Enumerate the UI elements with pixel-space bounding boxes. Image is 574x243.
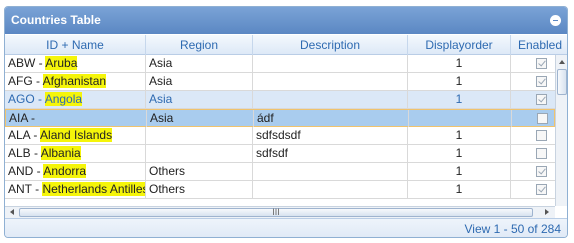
cell-region[interactable]: Asia	[146, 55, 253, 72]
cell-displayorder[interactable]: 1	[408, 163, 511, 180]
enabled-checkbox[interactable]	[536, 184, 547, 195]
table-row[interactable]: AFG - Afghanistan Asia 1	[5, 73, 555, 91]
column-header-description[interactable]: Description	[253, 35, 408, 55]
cell-region[interactable]	[146, 145, 253, 162]
country-id: ANT -	[8, 182, 43, 196]
country-name: Netherlands Antilles	[42, 182, 145, 196]
enabled-checkbox[interactable]	[536, 148, 547, 159]
column-header-region[interactable]: Region	[146, 35, 253, 55]
cell-id-name[interactable]: AIA -	[6, 110, 147, 127]
cell-description[interactable]	[253, 73, 408, 90]
cell-displayorder[interactable]: 1	[408, 127, 511, 144]
cell-id-name[interactable]: ABW - Aruba	[5, 55, 146, 72]
scroll-grip-icon: III	[272, 207, 280, 217]
cell-enabled	[511, 163, 555, 180]
enabled-checkbox[interactable]	[536, 58, 547, 69]
cell-id-name[interactable]: ALA - Aland Islands	[5, 127, 146, 144]
cell-displayorder[interactable]: 1	[408, 91, 511, 108]
cell-id-name[interactable]: ALB - Albania	[5, 145, 146, 162]
cell-displayorder[interactable]: 1	[408, 181, 511, 198]
country-id: AIA -	[9, 111, 36, 125]
cell-region[interactable]: Others	[146, 181, 253, 198]
cell-region[interactable]	[146, 127, 253, 144]
country-id: AND -	[8, 164, 44, 178]
cell-region[interactable]: Asia	[147, 110, 254, 127]
countries-grid: Countries Table ID + Name Region Descrip…	[4, 6, 568, 238]
country-name: Aland Islands	[40, 128, 113, 142]
grid-title: Countries Table	[11, 13, 101, 27]
table-row[interactable]: AGO - Angola Asia 1	[5, 91, 555, 109]
cell-enabled	[511, 91, 555, 108]
cell-displayorder[interactable]: 1	[408, 73, 511, 90]
table-row[interactable]: ANT - Netherlands Antilles Others 1	[5, 181, 555, 199]
cell-region[interactable]: Asia	[146, 91, 253, 108]
pager-info: View 1 - 50 of 284	[464, 222, 561, 236]
grid-body: ABW - Aruba Asia 1 AFG - Afghanistan Asia 1 AG…	[5, 55, 555, 206]
cell-id-name[interactable]: AND - Andorra	[5, 163, 146, 180]
country-id: AFG -	[8, 74, 43, 88]
cell-enabled	[511, 55, 555, 72]
cell-enabled	[512, 110, 555, 127]
vertical-scroll-thumb[interactable]	[557, 69, 567, 95]
cell-description[interactable]	[253, 181, 408, 198]
cell-id-name[interactable]: AFG - Afghanistan	[5, 73, 146, 90]
enabled-checkbox[interactable]	[536, 130, 547, 141]
cell-displayorder[interactable]: 1	[408, 55, 511, 72]
collapse-icon[interactable]	[550, 15, 561, 26]
cell-description[interactable]: sdfsdsdf	[253, 127, 408, 144]
cell-enabled	[511, 127, 555, 144]
cell-description[interactable]: ádf	[254, 110, 409, 127]
enabled-checkbox[interactable]	[536, 166, 547, 177]
table-row[interactable]: AND - Andorra Others 1	[5, 163, 555, 181]
cell-enabled	[511, 145, 555, 162]
scroll-left-arrow-icon[interactable]	[10, 209, 14, 215]
cell-description[interactable]: sdfsdf	[253, 145, 408, 162]
cell-enabled	[511, 73, 555, 90]
cell-region[interactable]: Asia	[146, 73, 253, 90]
cell-enabled	[511, 181, 555, 198]
column-header-id-name[interactable]: ID + Name	[5, 35, 146, 55]
horizontal-scrollbar[interactable]: III	[5, 206, 555, 218]
vertical-scrollbar[interactable]	[555, 55, 567, 206]
country-id: ALA -	[8, 128, 41, 142]
table-row[interactable]: AIA - Asia ádf	[5, 109, 555, 127]
cell-description[interactable]	[253, 163, 408, 180]
grid-footer: View 1 - 50 of 284	[5, 218, 567, 237]
grid-title-bar: Countries Table	[5, 7, 567, 34]
table-row[interactable]: ALB - Albania sdfsdf 1	[5, 145, 555, 163]
cell-id-name[interactable]: AGO - Angola	[5, 91, 146, 108]
horizontal-scroll-thumb[interactable]: III	[19, 207, 533, 217]
column-header-displayorder[interactable]: Displayorder	[408, 35, 511, 55]
country-name: Aruba	[45, 56, 78, 70]
table-row[interactable]: ALA - Aland Islands sdfsdsdf 1	[5, 127, 555, 145]
cell-description[interactable]	[253, 55, 408, 72]
country-name: Angola	[44, 92, 83, 106]
country-name: Afghanistan	[42, 74, 107, 88]
cell-region[interactable]: Others	[146, 163, 253, 180]
country-id: ALB -	[8, 146, 41, 160]
table-row[interactable]: ABW - Aruba Asia 1	[5, 55, 555, 73]
enabled-checkbox[interactable]	[536, 94, 547, 105]
column-header-enabled[interactable]: Enabled	[511, 35, 567, 55]
cell-description[interactable]	[253, 91, 408, 108]
cell-displayorder[interactable]	[409, 110, 512, 127]
country-id: ABW -	[8, 56, 46, 70]
cell-displayorder[interactable]: 1	[408, 145, 511, 162]
scroll-right-arrow-icon[interactable]	[545, 209, 549, 215]
column-header-row: ID + Name Region Description Displayorde…	[5, 35, 567, 55]
enabled-checkbox[interactable]	[536, 76, 547, 87]
enabled-checkbox[interactable]	[537, 113, 548, 124]
scroll-up-arrow-icon[interactable]	[559, 60, 565, 64]
country-id: AGO -	[8, 92, 45, 106]
cell-id-name[interactable]: ANT - Netherlands Antilles	[5, 181, 146, 198]
country-name: Albania	[40, 146, 81, 160]
country-name: Andorra	[43, 164, 87, 178]
